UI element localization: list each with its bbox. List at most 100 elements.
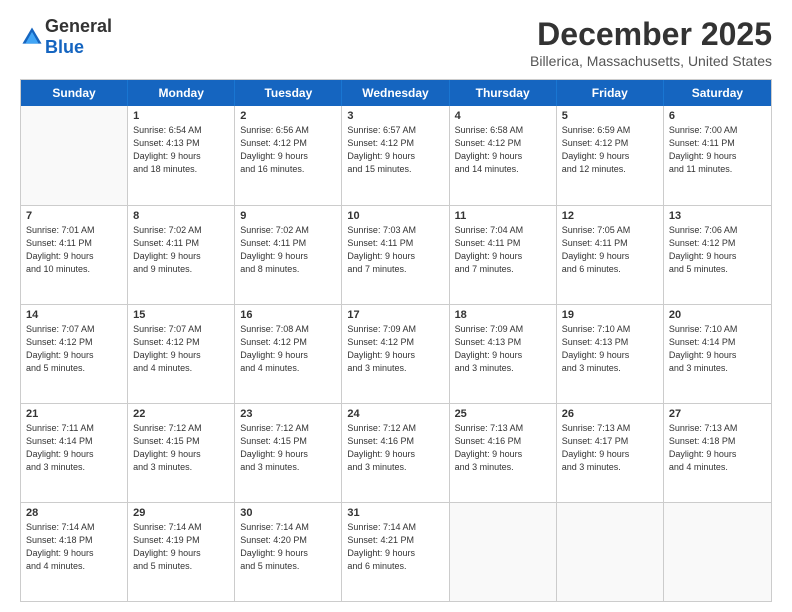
day-info: Sunrise: 6:54 AM Sunset: 4:13 PM Dayligh…	[133, 124, 229, 176]
calendar-week: 1 Sunrise: 6:54 AM Sunset: 4:13 PM Daylig…	[21, 106, 771, 205]
day-info: Sunrise: 7:13 AM Sunset: 4:17 PM Dayligh…	[562, 422, 658, 474]
logo: General Blue	[20, 16, 112, 58]
calendar-day-cell: 1 Sunrise: 6:54 AM Sunset: 4:13 PM Daylig…	[128, 106, 235, 205]
day-number: 10	[347, 210, 443, 222]
logo-icon	[21, 26, 43, 48]
day-info: Sunrise: 7:13 AM Sunset: 4:16 PM Dayligh…	[455, 422, 551, 474]
location: Billerica, Massachusetts, United States	[530, 53, 772, 69]
calendar-day-cell: 4Sunrise: 6:58 AM Sunset: 4:12 PM Daylig…	[450, 106, 557, 205]
calendar-day-cell: 13Sunrise: 7:06 AM Sunset: 4:12 PM Dayli…	[664, 206, 771, 304]
weekday-header: Monday	[128, 80, 235, 106]
day-number: 5	[562, 110, 658, 122]
weekday-header: Saturday	[664, 80, 771, 106]
day-info: Sunrise: 7:09 AM Sunset: 4:12 PM Dayligh…	[347, 323, 443, 375]
calendar-day-cell: 12 Sunrise: 7:05 AM Sunset: 4:11 PM Dayli…	[557, 206, 664, 304]
day-info: Sunrise: 7:14 AM Sunset: 4:18 PM Dayligh…	[26, 521, 122, 573]
day-info: Sunrise: 7:13 AM Sunset: 4:18 PM Dayligh…	[669, 422, 766, 474]
calendar-day-cell: 26 Sunrise: 7:13 AM Sunset: 4:17 PM Dayli…	[557, 404, 664, 502]
calendar-day-cell: 3 Sunrise: 6:57 AM Sunset: 4:12 PM Daylig…	[342, 106, 449, 205]
day-info: Sunrise: 7:08 AM Sunset: 4:12 PM Dayligh…	[240, 323, 336, 375]
day-number: 27	[669, 408, 766, 420]
calendar-day-cell: 9 Sunrise: 7:02 AM Sunset: 4:11 PM Daylig…	[235, 206, 342, 304]
day-info: Sunrise: 7:14 AM Sunset: 4:21 PM Dayligh…	[347, 521, 443, 573]
day-number: 14	[26, 309, 122, 321]
weekday-header: Sunday	[21, 80, 128, 106]
calendar-day-cell: 22Sunrise: 7:12 AM Sunset: 4:15 PM Dayli…	[128, 404, 235, 502]
header: General Blue December 2025 Billerica, Ma…	[20, 16, 772, 69]
day-number: 30	[240, 507, 336, 519]
calendar-day-cell: 31 Sunrise: 7:14 AM Sunset: 4:21 PM Dayli…	[342, 503, 449, 601]
day-number: 16	[240, 309, 336, 321]
day-number: 20	[669, 309, 766, 321]
day-info: Sunrise: 7:11 AM Sunset: 4:14 PM Dayligh…	[26, 422, 122, 474]
calendar-day-cell: 17 Sunrise: 7:09 AM Sunset: 4:12 PM Dayli…	[342, 305, 449, 403]
calendar-day-cell: 6 Sunrise: 7:00 AM Sunset: 4:11 PM Daylig…	[664, 106, 771, 205]
day-info: Sunrise: 7:03 AM Sunset: 4:11 PM Dayligh…	[347, 224, 443, 276]
calendar-week: 7 Sunrise: 7:01 AM Sunset: 4:11 PM Daylig…	[21, 205, 771, 304]
day-info: Sunrise: 6:59 AM Sunset: 4:12 PM Dayligh…	[562, 124, 658, 176]
calendar-week: 14 Sunrise: 7:07 AM Sunset: 4:12 PM Dayli…	[21, 304, 771, 403]
day-number: 29	[133, 507, 229, 519]
day-number: 12	[562, 210, 658, 222]
day-info: Sunrise: 7:01 AM Sunset: 4:11 PM Dayligh…	[26, 224, 122, 276]
day-info: Sunrise: 7:00 AM Sunset: 4:11 PM Dayligh…	[669, 124, 766, 176]
day-info: Sunrise: 7:02 AM Sunset: 4:11 PM Dayligh…	[133, 224, 229, 276]
day-number: 19	[562, 309, 658, 321]
day-number: 23	[240, 408, 336, 420]
calendar-day-cell: 20Sunrise: 7:10 AM Sunset: 4:14 PM Dayli…	[664, 305, 771, 403]
calendar-week: 28Sunrise: 7:14 AM Sunset: 4:18 PM Dayli…	[21, 502, 771, 601]
calendar-day-cell: 28Sunrise: 7:14 AM Sunset: 4:18 PM Dayli…	[21, 503, 128, 601]
calendar-body: 1 Sunrise: 6:54 AM Sunset: 4:13 PM Daylig…	[21, 106, 771, 601]
weekday-header: Thursday	[450, 80, 557, 106]
day-info: Sunrise: 7:14 AM Sunset: 4:19 PM Dayligh…	[133, 521, 229, 573]
day-info: Sunrise: 7:05 AM Sunset: 4:11 PM Dayligh…	[562, 224, 658, 276]
day-info: Sunrise: 7:07 AM Sunset: 4:12 PM Dayligh…	[26, 323, 122, 375]
day-number: 26	[562, 408, 658, 420]
day-number: 17	[347, 309, 443, 321]
day-info: Sunrise: 6:58 AM Sunset: 4:12 PM Dayligh…	[455, 124, 551, 176]
calendar-day-cell: 18Sunrise: 7:09 AM Sunset: 4:13 PM Dayli…	[450, 305, 557, 403]
day-number: 9	[240, 210, 336, 222]
calendar-day-cell: 14 Sunrise: 7:07 AM Sunset: 4:12 PM Dayli…	[21, 305, 128, 403]
calendar-day-cell: 10 Sunrise: 7:03 AM Sunset: 4:11 PM Dayli…	[342, 206, 449, 304]
day-info: Sunrise: 7:07 AM Sunset: 4:12 PM Dayligh…	[133, 323, 229, 375]
calendar-day-cell	[664, 503, 771, 601]
logo-blue: Blue	[45, 37, 84, 57]
day-info: Sunrise: 7:14 AM Sunset: 4:20 PM Dayligh…	[240, 521, 336, 573]
calendar-day-cell: 19 Sunrise: 7:10 AM Sunset: 4:13 PM Dayli…	[557, 305, 664, 403]
day-info: Sunrise: 7:12 AM Sunset: 4:15 PM Dayligh…	[240, 422, 336, 474]
calendar-week: 21 Sunrise: 7:11 AM Sunset: 4:14 PM Dayli…	[21, 403, 771, 502]
calendar-day-cell: 25 Sunrise: 7:13 AM Sunset: 4:16 PM Dayli…	[450, 404, 557, 502]
month-title: December 2025	[530, 16, 772, 53]
day-number: 1	[133, 110, 229, 122]
day-number: 7	[26, 210, 122, 222]
logo-general: General	[45, 16, 112, 36]
day-number: 22	[133, 408, 229, 420]
day-number: 3	[347, 110, 443, 122]
calendar-header: SundayMondayTuesdayWednesdayThursdayFrid…	[21, 80, 771, 106]
calendar-day-cell: 7 Sunrise: 7:01 AM Sunset: 4:11 PM Daylig…	[21, 206, 128, 304]
day-info: Sunrise: 7:12 AM Sunset: 4:16 PM Dayligh…	[347, 422, 443, 474]
weekday-header: Tuesday	[235, 80, 342, 106]
calendar-day-cell: 15 Sunrise: 7:07 AM Sunset: 4:12 PM Dayli…	[128, 305, 235, 403]
calendar: SundayMondayTuesdayWednesdayThursdayFrid…	[20, 79, 772, 602]
day-number: 21	[26, 408, 122, 420]
day-number: 2	[240, 110, 336, 122]
calendar-day-cell	[21, 106, 128, 205]
day-number: 18	[455, 309, 551, 321]
day-number: 11	[455, 210, 551, 222]
calendar-day-cell: 11Sunrise: 7:04 AM Sunset: 4:11 PM Dayli…	[450, 206, 557, 304]
day-number: 25	[455, 408, 551, 420]
day-info: Sunrise: 7:06 AM Sunset: 4:12 PM Dayligh…	[669, 224, 766, 276]
day-number: 6	[669, 110, 766, 122]
day-number: 15	[133, 309, 229, 321]
calendar-day-cell: 21 Sunrise: 7:11 AM Sunset: 4:14 PM Dayli…	[21, 404, 128, 502]
day-number: 31	[347, 507, 443, 519]
day-info: Sunrise: 6:57 AM Sunset: 4:12 PM Dayligh…	[347, 124, 443, 176]
calendar-day-cell: 8Sunrise: 7:02 AM Sunset: 4:11 PM Daylig…	[128, 206, 235, 304]
title-block: December 2025 Billerica, Massachusetts, …	[530, 16, 772, 69]
weekday-header: Friday	[557, 80, 664, 106]
day-info: Sunrise: 7:02 AM Sunset: 4:11 PM Dayligh…	[240, 224, 336, 276]
day-info: Sunrise: 7:10 AM Sunset: 4:13 PM Dayligh…	[562, 323, 658, 375]
day-number: 24	[347, 408, 443, 420]
